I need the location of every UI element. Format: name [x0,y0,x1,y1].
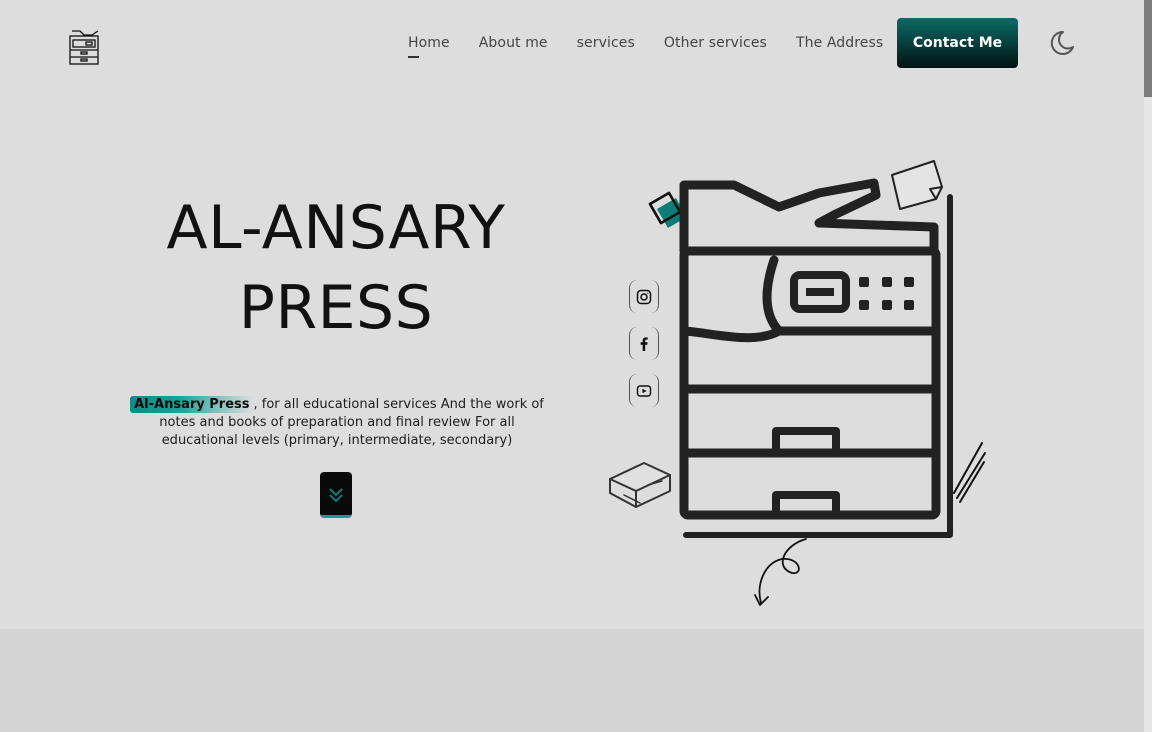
scrollbar[interactable] [1144,0,1152,732]
printer-logo-icon[interactable] [68,28,102,66]
hero-title: AL-ANSARY PRESS [120,188,552,348]
theme-toggle-button[interactable] [1046,28,1076,58]
printer-illustration-icon [609,160,986,606]
scroll-down-button[interactable] [320,472,352,518]
nav-home[interactable]: Home [408,34,450,58]
main-nav: Home About me services Other services Th… [408,34,883,58]
moon-icon [1050,30,1074,55]
brand-highlight: Al-Ansary Press [130,396,254,413]
nav-other-services[interactable]: Other services [664,34,767,52]
chevrons-down-icon [329,488,343,503]
hero-title-line2: PRESS [238,273,434,343]
nav-the-address[interactable]: The Address [796,34,883,52]
hero-description: Al-Ansary Press, for all educational ser… [128,396,546,450]
nav-about-me[interactable]: About me [479,34,548,52]
next-section [0,629,1144,732]
nav-services[interactable]: services [577,34,635,52]
hero-title-line1: AL-ANSARY [166,193,506,263]
page: Home About me services Other services Th… [0,0,1152,732]
scrollbar-thumb[interactable] [1144,0,1152,97]
contact-me-button[interactable]: Contact Me [897,18,1018,68]
